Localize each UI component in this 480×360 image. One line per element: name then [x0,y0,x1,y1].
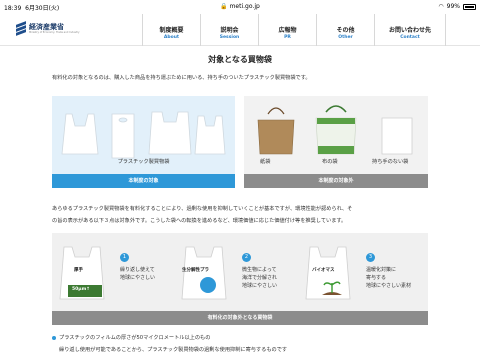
exempt-text-2a: 微生物によって [242,267,277,273]
nav-pr[interactable]: 広報物 PR [258,14,316,46]
thick-micron-label: 50μm↑ [72,287,91,292]
exempt-text-line1: あらゆるプラスチック製買物袋を有料化することにより、過剰な使用を抑制していくこと… [52,206,353,212]
exempt-text-1b: 地球にやさしい [120,275,156,281]
exempt-num-3: 3 [366,253,375,262]
meti-logo-icon [16,21,26,36]
nontarget-footer: 本制度の対象外 [244,174,428,188]
nav-session[interactable]: 説明会 Session [200,14,258,46]
logo-name: 経済産業省 [29,23,64,31]
exempt-text-1a: 繰り返し使えて [120,267,155,273]
target-footer: 本制度の対象 [52,174,235,188]
logo-subtitle: Ministry of Economy, Trade and Industry [29,31,80,34]
status-icons: ◠ 99% [438,3,476,10]
target-panel: プラスチック製買物袋 本制度の対象 [52,96,235,188]
bullet-thickness: プラスチックのフィルムの厚さが50マイクロメートル以上のもの [52,333,210,343]
biomass-bag-icon [305,246,351,300]
nav-about[interactable]: 制度概要 About [142,14,200,46]
nontarget-caption-nohandle: 持ち手のない袋 [372,159,409,165]
nontarget-caption-cloth: 布の袋 [322,159,338,165]
biomass-label: バイオマス [312,268,335,273]
exempt-num-1: 1 [120,253,129,262]
exempt-footer: 有料化の対象外となる買物袋 [52,311,428,325]
exempt-panel: 厚手 50μm↑ 1 繰り返し使えて 地球にやさしい 生分解性プラ 2 微生物に… [52,233,428,325]
site-header: 経済産業省 Ministry of Economy, Trade and Ind… [0,14,480,46]
exempt-text-2b: 海洋で分解され [242,275,278,281]
status-bar: 18:39 6月30日(火) 🔒 meti.go.jp ◠ 99% [0,0,480,13]
battery-icon [463,3,476,10]
thick-bag-icon [59,246,105,300]
intro-text: 有料化の対象となるのは、購入した商品を持ち運ぶために用いる、持ち手のついたプラス… [52,75,311,81]
thick-label: 厚手 [74,268,83,273]
exempt-text-3c: 地球にやさしい素材 [366,283,412,289]
nav-other[interactable]: その他 Other [316,14,374,46]
exempt-text-2c: 地球にやさしい [242,283,278,289]
nontarget-caption-paper: 紙袋 [260,159,271,165]
target-caption: プラスチック製買物袋 [117,159,170,165]
exempt-text-3a: 温暖化対策に [366,267,397,273]
page-title: 対象となる買物袋 [208,55,272,64]
exempt-item-biomass: バイオマス 3 温暖化対策に 寄与する 地球にやさしい素材 [304,241,424,309]
bullet-icon [52,335,56,340]
main-nav: 制度概要 About 説明会 Session 広報物 PR その他 Other お問い合… [142,14,446,46]
biodegradable-bag-icon [181,246,227,300]
nontarget-panel: 紙袋 布の袋 持ち手のない袋 本制度の対象外 [244,96,428,188]
wifi-icon: ◠ [438,3,444,10]
exempt-text-3b: 寄与する [366,275,387,281]
bullet-thickness-desc: 繰り返し使用が可能であることから、プラスチック製買物袋の過剰な使用抑制に寄与する… [59,347,288,353]
biodegradable-label: 生分解性プラ [182,268,209,273]
nav-contact[interactable]: お問い合わせ先 Contact [374,14,446,46]
site-logo[interactable]: 経済産業省 Ministry of Economy, Trade and Ind… [16,21,80,36]
url-label[interactable]: 🔒 meti.go.jp [0,3,480,10]
exempt-text-line2: の旨の表示がある以下３点は対象外です。こうした袋への転換を進めるなど、環境価値に… [52,218,347,224]
battery-percent: 99% [446,3,460,10]
exempt-item-thick: 厚手 50μm↑ 1 繰り返し使えて 地球にやさしい [58,241,178,309]
exempt-item-biodegradable: 生分解性プラ 2 微生物によって 海洋で分解され 地球にやさしい [180,241,300,309]
exempt-num-2: 2 [242,253,251,262]
